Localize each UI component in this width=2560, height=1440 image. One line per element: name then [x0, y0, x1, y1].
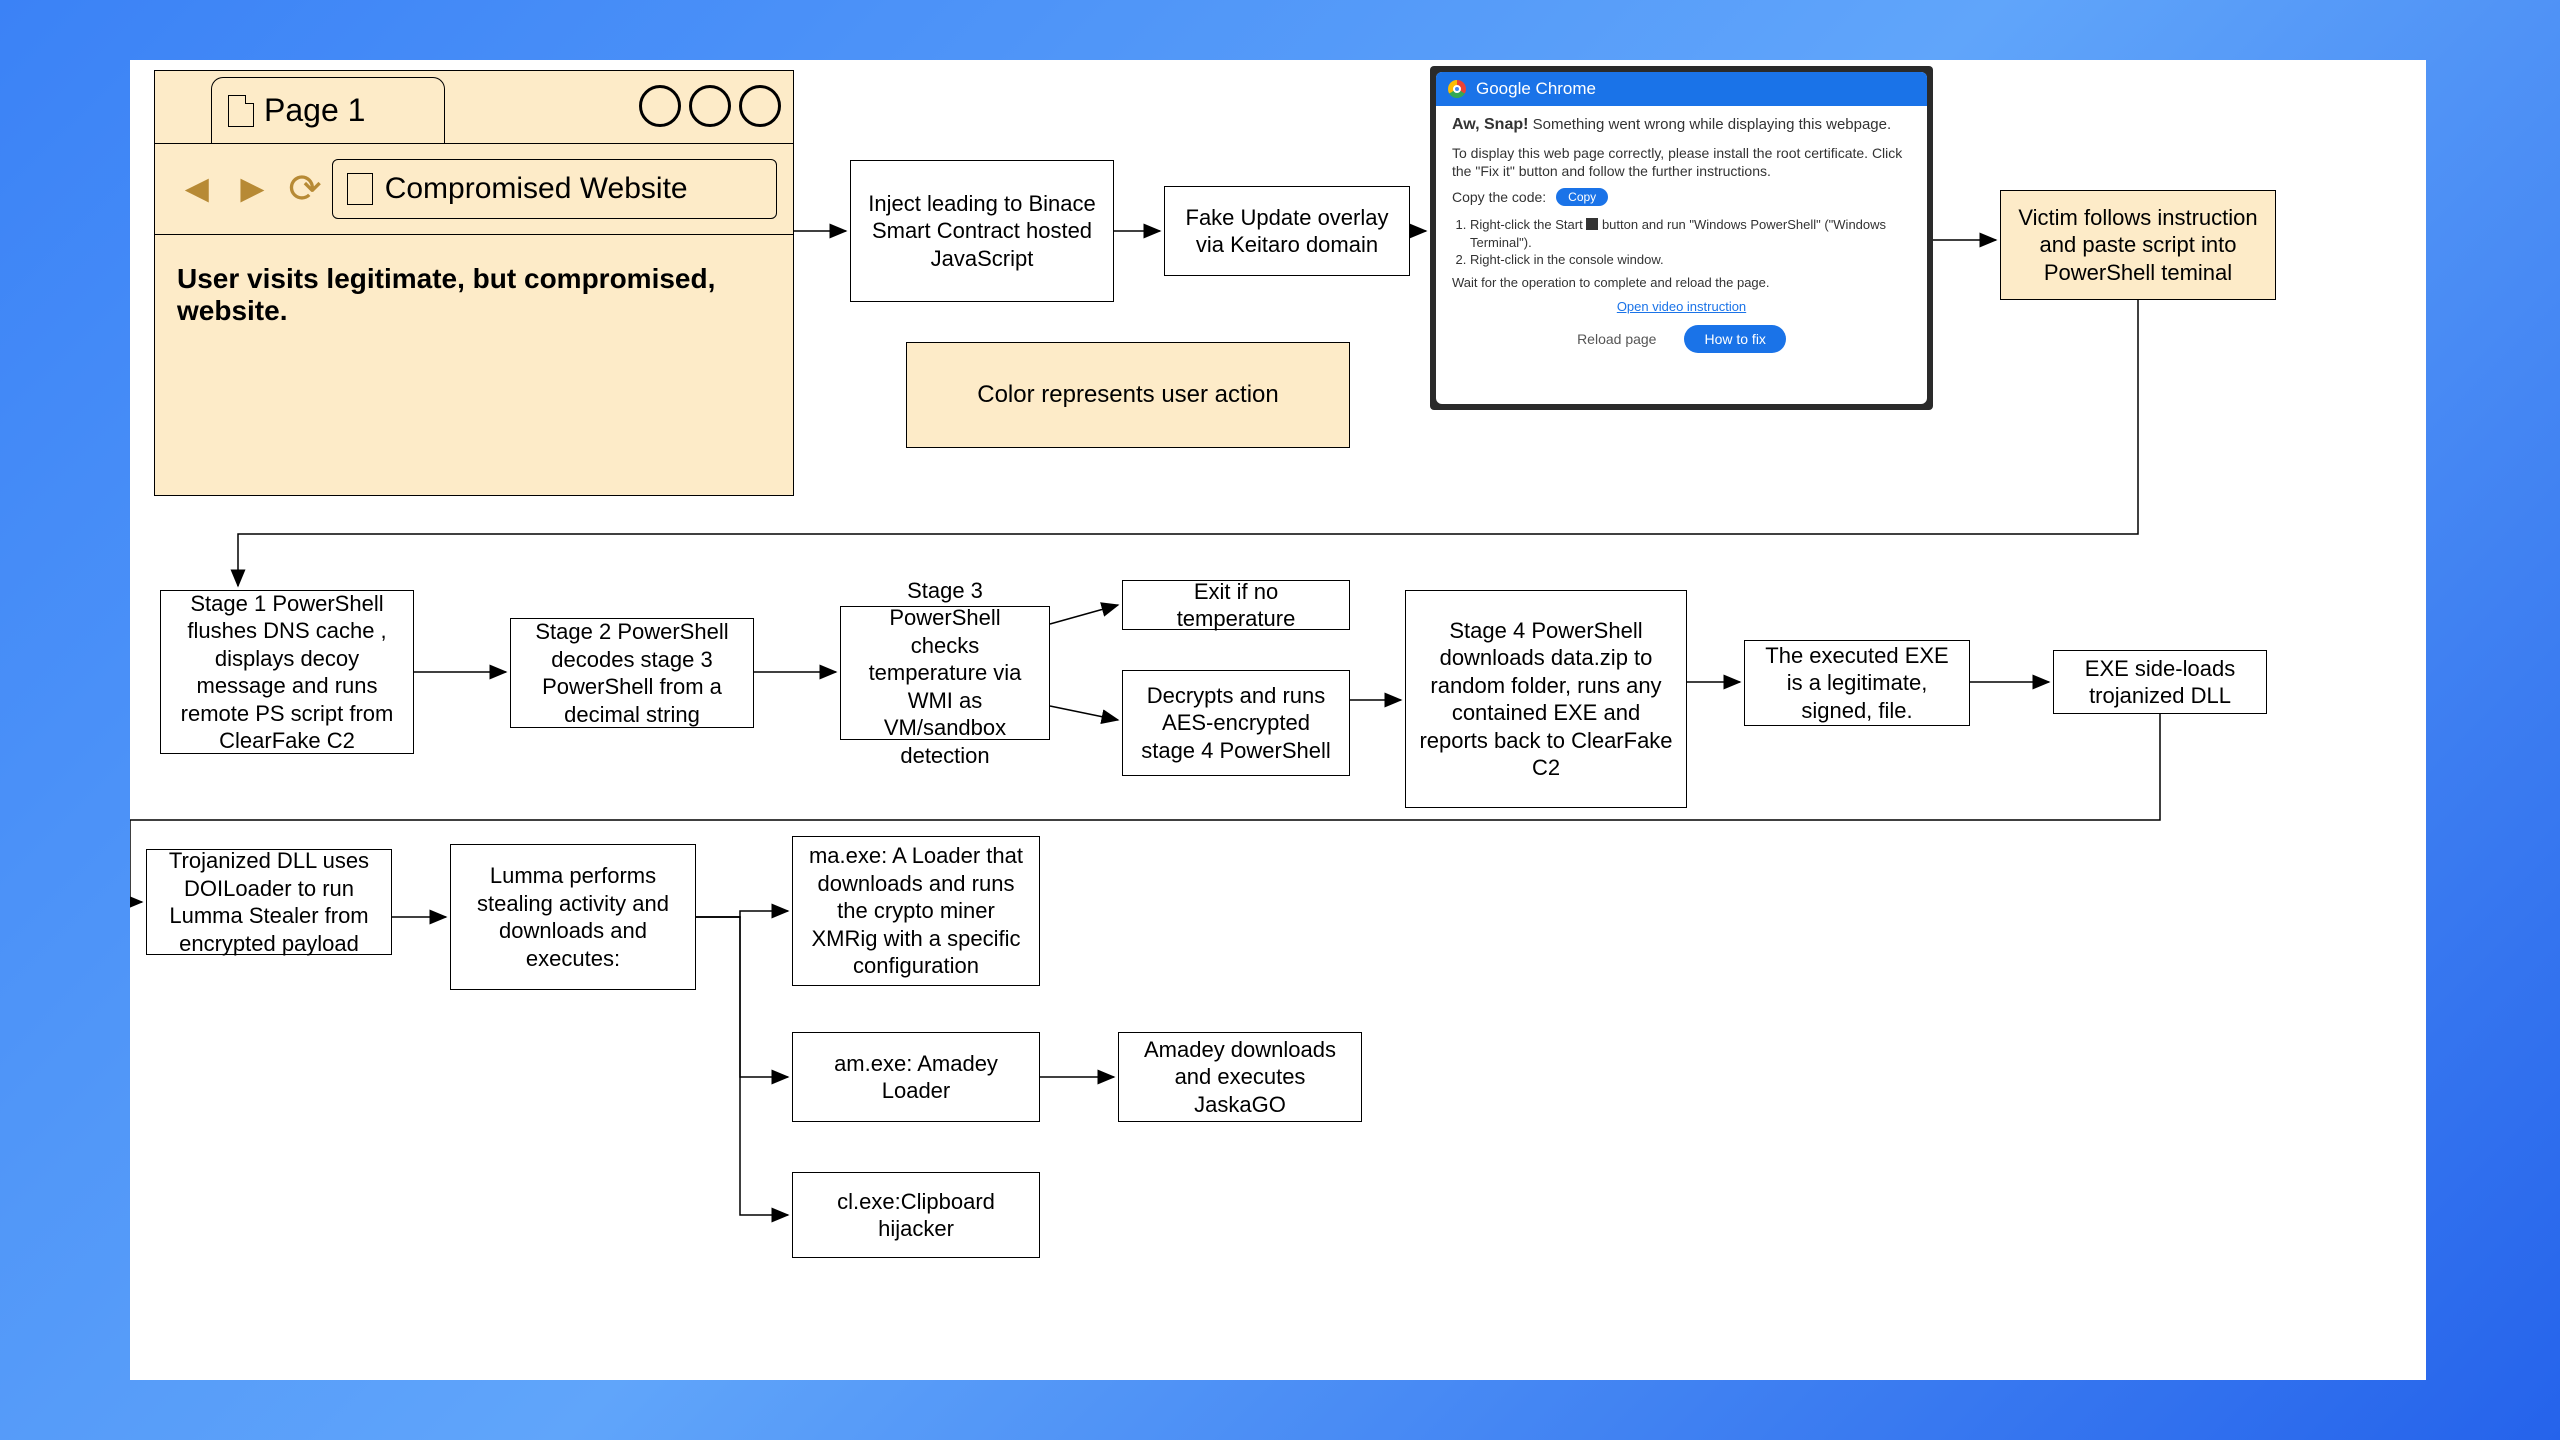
- box-text: Amadey downloads and executes JaskaGO: [1131, 1036, 1349, 1119]
- copy-button[interactable]: Copy: [1556, 188, 1608, 206]
- chrome-instruction: To display this web page correctly, plea…: [1452, 144, 1911, 180]
- box-text: EXE side-loads trojanized DLL: [2066, 655, 2254, 710]
- forward-arrow-icon: ►: [227, 167, 279, 212]
- browser-toolbar: ◄ ► ⟳ Compromised Website: [155, 143, 793, 235]
- chrome-error-mockup: Google Chrome Aw, Snap! Something went w…: [1430, 66, 1933, 410]
- windows-start-icon: [1586, 218, 1598, 230]
- box-text: Stage 3 PowerShell checks temperature vi…: [853, 577, 1037, 770]
- box-stage1: Stage 1 PowerShell flushes DNS cache , d…: [160, 590, 414, 754]
- browser-tab: Page 1: [211, 77, 445, 143]
- box-fake-update: Fake Update overlay via Keitaro domain: [1164, 186, 1410, 276]
- box-text: am.exe: Amadey Loader: [805, 1050, 1027, 1105]
- box-victim-follows: Victim follows instruction and paste scr…: [2000, 190, 2276, 300]
- box-text: Stage 1 PowerShell flushes DNS cache , d…: [173, 590, 401, 755]
- box-text: The executed EXE is a legitimate, signed…: [1757, 642, 1957, 725]
- box-ma-exe: ma.exe: A Loader that downloads and runs…: [792, 836, 1040, 986]
- video-link[interactable]: Open video instruction: [1617, 299, 1746, 314]
- box-cl-exe: cl.exe:Clipboard hijacker: [792, 1172, 1040, 1258]
- step-1: Right-click the Start button and run "Wi…: [1470, 216, 1911, 251]
- box-inject: Inject leading to Binace Smart Contract …: [850, 160, 1114, 302]
- back-arrow-icon: ◄: [171, 167, 223, 212]
- box-text: Exit if no temperature: [1135, 578, 1337, 633]
- box-exit-temp: Exit if no temperature: [1122, 580, 1350, 630]
- box-amadey: Amadey downloads and executes JaskaGO: [1118, 1032, 1362, 1122]
- browser-mockup: Page 1 ◄ ► ⟳ Compromised Website User vi…: [154, 70, 794, 496]
- browser-body-text: User visits legitimate, but compromised,…: [155, 235, 793, 355]
- url-text: Compromised Website: [385, 172, 688, 206]
- legend-user-action: Color represents user action: [906, 342, 1350, 448]
- box-text: ma.exe: A Loader that downloads and runs…: [805, 842, 1027, 980]
- box-decrypt: Decrypts and runs AES-encrypted stage 4 …: [1122, 670, 1350, 776]
- step-2: Right-click in the console window.: [1470, 251, 1911, 269]
- aw-snap-rest: Something went wrong while displaying th…: [1528, 116, 1891, 133]
- legend-text: Color represents user action: [977, 381, 1278, 409]
- box-text: Victim follows instruction and paste scr…: [2013, 204, 2263, 287]
- step-1a: Right-click the Start: [1470, 217, 1586, 232]
- window-maximize-icon: [689, 85, 731, 127]
- reload-icon: ⟳: [282, 166, 328, 212]
- box-exe-legit: The executed EXE is a legitimate, signed…: [1744, 640, 1970, 726]
- window-minimize-icon: [639, 85, 681, 127]
- box-am-exe: am.exe: Amadey Loader: [792, 1032, 1040, 1122]
- diagram-canvas: Page 1 ◄ ► ⟳ Compromised Website User vi…: [130, 60, 2426, 1380]
- reload-page-text[interactable]: Reload page: [1577, 331, 1656, 347]
- box-text: Fake Update overlay via Keitaro domain: [1177, 204, 1397, 259]
- chrome-logo-icon: [1448, 80, 1466, 98]
- window-close-icon: [739, 85, 781, 127]
- wait-text: Wait for the operation to complete and r…: [1452, 275, 1911, 290]
- url-bar: Compromised Website: [332, 159, 777, 219]
- how-to-fix-button[interactable]: How to fix: [1684, 325, 1785, 353]
- box-stage2: Stage 2 PowerShell decodes stage 3 Power…: [510, 618, 754, 728]
- box-lumma: Lumma performs stealing activity and dow…: [450, 844, 696, 990]
- box-stage4: Stage 4 PowerShell downloads data.zip to…: [1405, 590, 1687, 808]
- box-sideload: EXE side-loads trojanized DLL: [2053, 650, 2267, 714]
- copy-label: Copy the code:: [1452, 189, 1546, 205]
- file-icon: [228, 95, 254, 127]
- tab-label: Page 1: [264, 92, 365, 129]
- box-doiloader: Trojanized DLL uses DOILoader to run Lum…: [146, 849, 392, 955]
- box-text: Decrypts and runs AES-encrypted stage 4 …: [1135, 682, 1337, 765]
- box-text: Stage 2 PowerShell decodes stage 3 Power…: [523, 618, 741, 728]
- file-icon: [347, 173, 373, 205]
- chrome-title: Google Chrome: [1476, 79, 1596, 99]
- window-controls: [639, 85, 781, 127]
- aw-snap-bold: Aw, Snap!: [1452, 116, 1528, 133]
- box-text: Trojanized DLL uses DOILoader to run Lum…: [159, 847, 379, 957]
- box-text: cl.exe:Clipboard hijacker: [805, 1188, 1027, 1243]
- box-stage3: Stage 3 PowerShell checks temperature vi…: [840, 606, 1050, 740]
- box-text: Inject leading to Binace Smart Contract …: [863, 190, 1101, 273]
- box-text: Stage 4 PowerShell downloads data.zip to…: [1418, 617, 1674, 782]
- box-text: Lumma performs stealing activity and dow…: [463, 862, 683, 972]
